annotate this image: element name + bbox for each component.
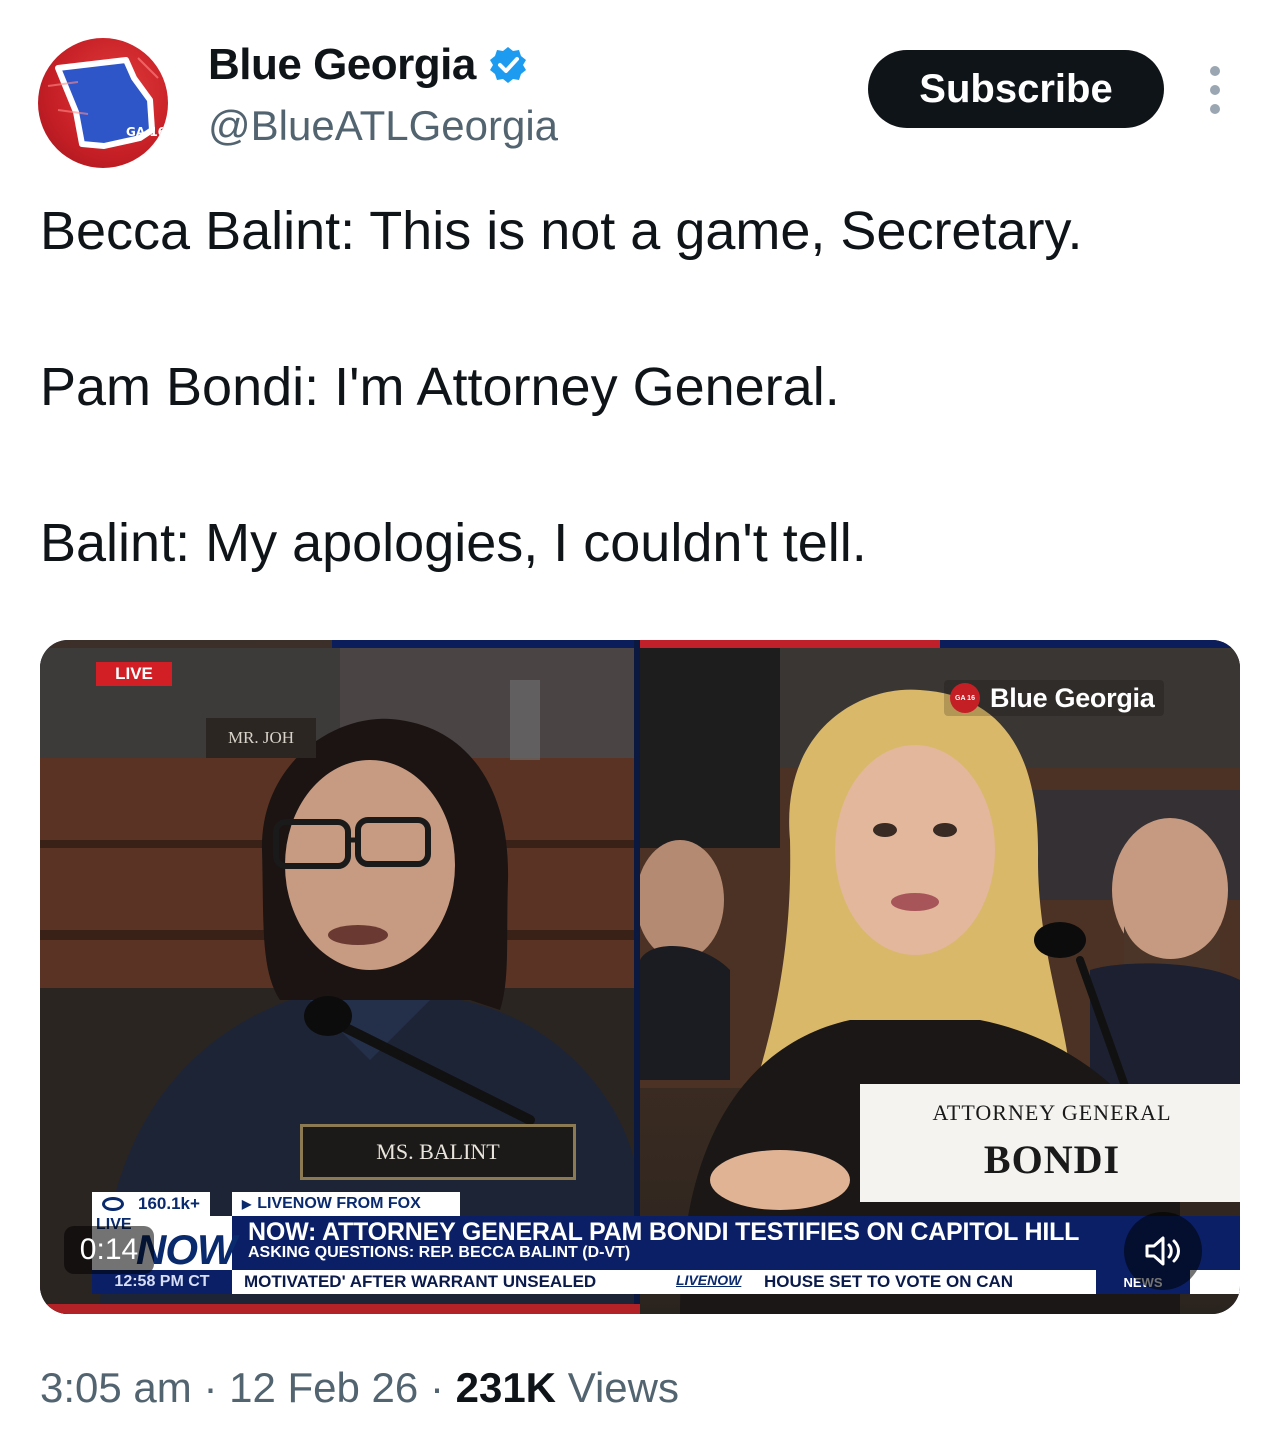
bondi-figure xyxy=(640,648,1240,1314)
bottom-red-bar xyxy=(40,1304,640,1314)
left-top-bar xyxy=(332,640,634,648)
video-elapsed-time: 0:14 xyxy=(64,1226,154,1274)
watermark: GA 16 Blue Georgia xyxy=(944,680,1165,716)
tweet-meta: 3:05 am · 12 Feb 26 · 231K Views xyxy=(40,1364,679,1412)
ticker-logo: LIVENOW xyxy=(676,1272,742,1288)
ticker-text-2: HOUSE SET TO VOTE ON CAN xyxy=(764,1272,1014,1291)
nameplate-title: ATTORNEY GENERAL xyxy=(932,1100,1172,1125)
play-triangle-icon: ▶ xyxy=(242,1197,252,1211)
handle[interactable]: @BlueATLGeorgia xyxy=(208,102,558,150)
subscribe-button[interactable]: Subscribe xyxy=(868,50,1164,128)
eye-icon xyxy=(102,1197,124,1211)
avatar[interactable]: GA 16 xyxy=(38,38,168,168)
georgia-map-icon xyxy=(47,57,159,149)
avatar-label: GA 16 xyxy=(126,125,167,139)
tweet-time[interactable]: 3:05 am xyxy=(40,1364,192,1411)
ticker-text-1: MOTIVATED' AFTER WARRANT UNSEALED xyxy=(244,1272,597,1291)
nameplate-name: BONDI xyxy=(983,1137,1121,1182)
video-right-panel xyxy=(640,640,1240,1314)
views-count: 231K xyxy=(455,1364,557,1411)
banner-headline: NOW: ATTORNEY GENERAL PAM BONDI TESTIFIE… xyxy=(248,1218,1080,1246)
speaker-icon xyxy=(1145,1236,1180,1266)
volume-button[interactable] xyxy=(1124,1212,1202,1290)
balint-nameplate: MS. BALINT xyxy=(300,1124,576,1180)
right-top-red-bar xyxy=(640,640,940,648)
banner-subhead: ASKING QUESTIONS: REP. BECCA BALINT (D-V… xyxy=(248,1244,631,1261)
views-label: Views xyxy=(567,1364,679,1411)
livenow-label: ▶ LIVENOW FROM FOX xyxy=(232,1192,460,1216)
display-name[interactable]: Blue Georgia xyxy=(208,40,476,90)
right-top-bar xyxy=(940,640,1240,648)
tweet-date[interactable]: 12 Feb 26 xyxy=(229,1364,418,1411)
more-vertical-icon[interactable] xyxy=(1202,66,1228,114)
verified-badge-icon xyxy=(489,47,526,83)
watermark-logo: GA 16 xyxy=(950,683,980,713)
viewer-count: 160.1k+ xyxy=(92,1192,210,1216)
separator: · xyxy=(429,1364,444,1411)
bondi-nameplate: ATTORNEY GENERAL BONDI xyxy=(860,1084,1240,1202)
viewer-count-value: 160.1k+ xyxy=(138,1194,200,1213)
tweet-line-2: Pam Bondi: I'm Attorney General. xyxy=(40,357,840,417)
live-badge: LIVE xyxy=(96,662,172,686)
tweet-line-3: Balint: My apologies, I couldn't tell. xyxy=(40,513,867,573)
livenow-text: LIVENOW FROM FOX xyxy=(257,1195,421,1212)
video-player[interactable]: LIVE MR. JOH MS. BALINT ATTORNEY GENERAL… xyxy=(40,640,1240,1314)
author-name-row: Blue Georgia xyxy=(208,40,528,90)
separator: · xyxy=(203,1364,218,1411)
back-nameplate: MR. JOH xyxy=(206,718,316,758)
watermark-text: Blue Georgia xyxy=(990,682,1155,713)
tweet-line-1: Becca Balint: This is not a game, Secret… xyxy=(40,201,1083,261)
